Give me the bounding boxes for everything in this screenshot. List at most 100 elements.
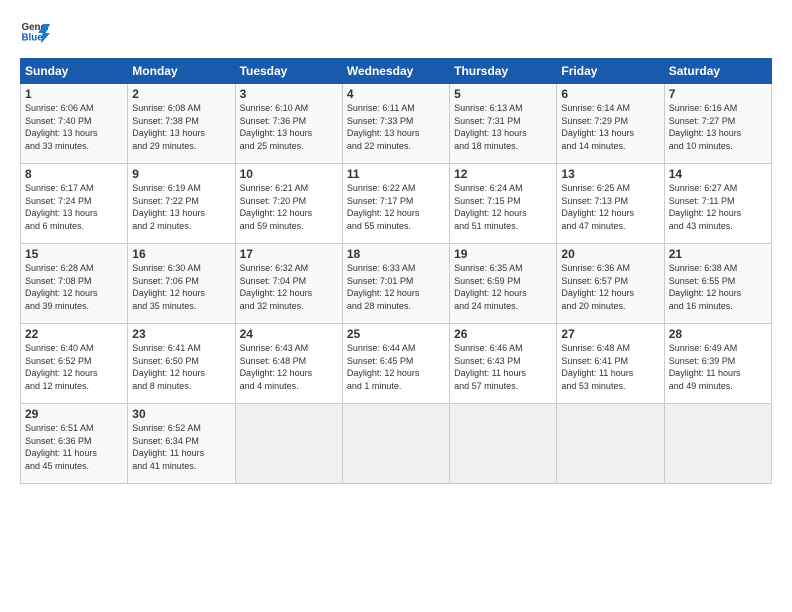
day-number: 19 — [454, 247, 552, 261]
day-cell: 24Sunrise: 6:43 AM Sunset: 6:48 PM Dayli… — [235, 324, 342, 404]
day-cell: 2Sunrise: 6:08 AM Sunset: 7:38 PM Daylig… — [128, 84, 235, 164]
day-cell: 26Sunrise: 6:46 AM Sunset: 6:43 PM Dayli… — [450, 324, 557, 404]
day-number: 11 — [347, 167, 445, 181]
day-cell — [557, 404, 664, 484]
day-info: Sunrise: 6:24 AM Sunset: 7:15 PM Dayligh… — [454, 182, 552, 232]
day-number: 7 — [669, 87, 767, 101]
svg-text:Blue: Blue — [22, 33, 44, 44]
day-cell: 9Sunrise: 6:19 AM Sunset: 7:22 PM Daylig… — [128, 164, 235, 244]
day-info: Sunrise: 6:11 AM Sunset: 7:33 PM Dayligh… — [347, 102, 445, 152]
day-info: Sunrise: 6:30 AM Sunset: 7:06 PM Dayligh… — [132, 262, 230, 312]
logo: General Blue — [20, 18, 50, 48]
day-cell: 21Sunrise: 6:38 AM Sunset: 6:55 PM Dayli… — [664, 244, 771, 324]
day-cell: 23Sunrise: 6:41 AM Sunset: 6:50 PM Dayli… — [128, 324, 235, 404]
day-cell: 10Sunrise: 6:21 AM Sunset: 7:20 PM Dayli… — [235, 164, 342, 244]
day-info: Sunrise: 6:44 AM Sunset: 6:45 PM Dayligh… — [347, 342, 445, 392]
day-cell: 19Sunrise: 6:35 AM Sunset: 6:59 PM Dayli… — [450, 244, 557, 324]
day-number: 30 — [132, 407, 230, 421]
day-info: Sunrise: 6:46 AM Sunset: 6:43 PM Dayligh… — [454, 342, 552, 392]
day-number: 29 — [25, 407, 123, 421]
day-cell: 28Sunrise: 6:49 AM Sunset: 6:39 PM Dayli… — [664, 324, 771, 404]
weekday-header-row: SundayMondayTuesdayWednesdayThursdayFrid… — [21, 59, 772, 84]
day-info: Sunrise: 6:28 AM Sunset: 7:08 PM Dayligh… — [25, 262, 123, 312]
day-cell: 5Sunrise: 6:13 AM Sunset: 7:31 PM Daylig… — [450, 84, 557, 164]
day-info: Sunrise: 6:40 AM Sunset: 6:52 PM Dayligh… — [25, 342, 123, 392]
day-number: 12 — [454, 167, 552, 181]
week-row-2: 8Sunrise: 6:17 AM Sunset: 7:24 PM Daylig… — [21, 164, 772, 244]
week-row-5: 29Sunrise: 6:51 AM Sunset: 6:36 PM Dayli… — [21, 404, 772, 484]
day-cell: 13Sunrise: 6:25 AM Sunset: 7:13 PM Dayli… — [557, 164, 664, 244]
day-info: Sunrise: 6:16 AM Sunset: 7:27 PM Dayligh… — [669, 102, 767, 152]
day-cell: 20Sunrise: 6:36 AM Sunset: 6:57 PM Dayli… — [557, 244, 664, 324]
day-cell: 18Sunrise: 6:33 AM Sunset: 7:01 PM Dayli… — [342, 244, 449, 324]
day-info: Sunrise: 6:10 AM Sunset: 7:36 PM Dayligh… — [240, 102, 338, 152]
day-number: 27 — [561, 327, 659, 341]
day-info: Sunrise: 6:35 AM Sunset: 6:59 PM Dayligh… — [454, 262, 552, 312]
day-cell: 29Sunrise: 6:51 AM Sunset: 6:36 PM Dayli… — [21, 404, 128, 484]
day-number: 16 — [132, 247, 230, 261]
day-info: Sunrise: 6:33 AM Sunset: 7:01 PM Dayligh… — [347, 262, 445, 312]
day-number: 10 — [240, 167, 338, 181]
day-cell — [664, 404, 771, 484]
weekday-thursday: Thursday — [450, 59, 557, 84]
calendar-table: SundayMondayTuesdayWednesdayThursdayFrid… — [20, 58, 772, 484]
day-info: Sunrise: 6:19 AM Sunset: 7:22 PM Dayligh… — [132, 182, 230, 232]
day-number: 22 — [25, 327, 123, 341]
day-number: 4 — [347, 87, 445, 101]
day-number: 9 — [132, 167, 230, 181]
day-info: Sunrise: 6:08 AM Sunset: 7:38 PM Dayligh… — [132, 102, 230, 152]
day-info: Sunrise: 6:21 AM Sunset: 7:20 PM Dayligh… — [240, 182, 338, 232]
week-row-4: 22Sunrise: 6:40 AM Sunset: 6:52 PM Dayli… — [21, 324, 772, 404]
day-number: 17 — [240, 247, 338, 261]
day-cell: 30Sunrise: 6:52 AM Sunset: 6:34 PM Dayli… — [128, 404, 235, 484]
day-cell: 16Sunrise: 6:30 AM Sunset: 7:06 PM Dayli… — [128, 244, 235, 324]
day-cell — [342, 404, 449, 484]
day-cell — [450, 404, 557, 484]
day-cell: 15Sunrise: 6:28 AM Sunset: 7:08 PM Dayli… — [21, 244, 128, 324]
day-info: Sunrise: 6:13 AM Sunset: 7:31 PM Dayligh… — [454, 102, 552, 152]
day-cell: 27Sunrise: 6:48 AM Sunset: 6:41 PM Dayli… — [557, 324, 664, 404]
day-cell: 22Sunrise: 6:40 AM Sunset: 6:52 PM Dayli… — [21, 324, 128, 404]
day-cell: 12Sunrise: 6:24 AM Sunset: 7:15 PM Dayli… — [450, 164, 557, 244]
day-number: 20 — [561, 247, 659, 261]
day-info: Sunrise: 6:17 AM Sunset: 7:24 PM Dayligh… — [25, 182, 123, 232]
weekday-friday: Friday — [557, 59, 664, 84]
day-number: 13 — [561, 167, 659, 181]
day-number: 3 — [240, 87, 338, 101]
day-cell: 11Sunrise: 6:22 AM Sunset: 7:17 PM Dayli… — [342, 164, 449, 244]
day-cell: 4Sunrise: 6:11 AM Sunset: 7:33 PM Daylig… — [342, 84, 449, 164]
day-number: 25 — [347, 327, 445, 341]
day-number: 21 — [669, 247, 767, 261]
day-number: 1 — [25, 87, 123, 101]
day-info: Sunrise: 6:52 AM Sunset: 6:34 PM Dayligh… — [132, 422, 230, 472]
day-info: Sunrise: 6:41 AM Sunset: 6:50 PM Dayligh… — [132, 342, 230, 392]
day-cell: 1Sunrise: 6:06 AM Sunset: 7:40 PM Daylig… — [21, 84, 128, 164]
day-cell: 3Sunrise: 6:10 AM Sunset: 7:36 PM Daylig… — [235, 84, 342, 164]
day-number: 2 — [132, 87, 230, 101]
day-info: Sunrise: 6:36 AM Sunset: 6:57 PM Dayligh… — [561, 262, 659, 312]
day-cell: 25Sunrise: 6:44 AM Sunset: 6:45 PM Dayli… — [342, 324, 449, 404]
week-row-3: 15Sunrise: 6:28 AM Sunset: 7:08 PM Dayli… — [21, 244, 772, 324]
day-number: 14 — [669, 167, 767, 181]
day-info: Sunrise: 6:51 AM Sunset: 6:36 PM Dayligh… — [25, 422, 123, 472]
day-info: Sunrise: 6:22 AM Sunset: 7:17 PM Dayligh… — [347, 182, 445, 232]
day-number: 28 — [669, 327, 767, 341]
day-info: Sunrise: 6:06 AM Sunset: 7:40 PM Dayligh… — [25, 102, 123, 152]
day-info: Sunrise: 6:25 AM Sunset: 7:13 PM Dayligh… — [561, 182, 659, 232]
header: General Blue — [20, 18, 772, 48]
day-number: 26 — [454, 327, 552, 341]
weekday-monday: Monday — [128, 59, 235, 84]
logo-icon: General Blue — [20, 18, 50, 48]
day-number: 6 — [561, 87, 659, 101]
weekday-saturday: Saturday — [664, 59, 771, 84]
day-info: Sunrise: 6:48 AM Sunset: 6:41 PM Dayligh… — [561, 342, 659, 392]
day-info: Sunrise: 6:27 AM Sunset: 7:11 PM Dayligh… — [669, 182, 767, 232]
day-cell: 17Sunrise: 6:32 AM Sunset: 7:04 PM Dayli… — [235, 244, 342, 324]
day-cell: 14Sunrise: 6:27 AM Sunset: 7:11 PM Dayli… — [664, 164, 771, 244]
day-number: 5 — [454, 87, 552, 101]
day-cell: 8Sunrise: 6:17 AM Sunset: 7:24 PM Daylig… — [21, 164, 128, 244]
day-cell — [235, 404, 342, 484]
day-cell: 6Sunrise: 6:14 AM Sunset: 7:29 PM Daylig… — [557, 84, 664, 164]
day-number: 24 — [240, 327, 338, 341]
weekday-wednesday: Wednesday — [342, 59, 449, 84]
